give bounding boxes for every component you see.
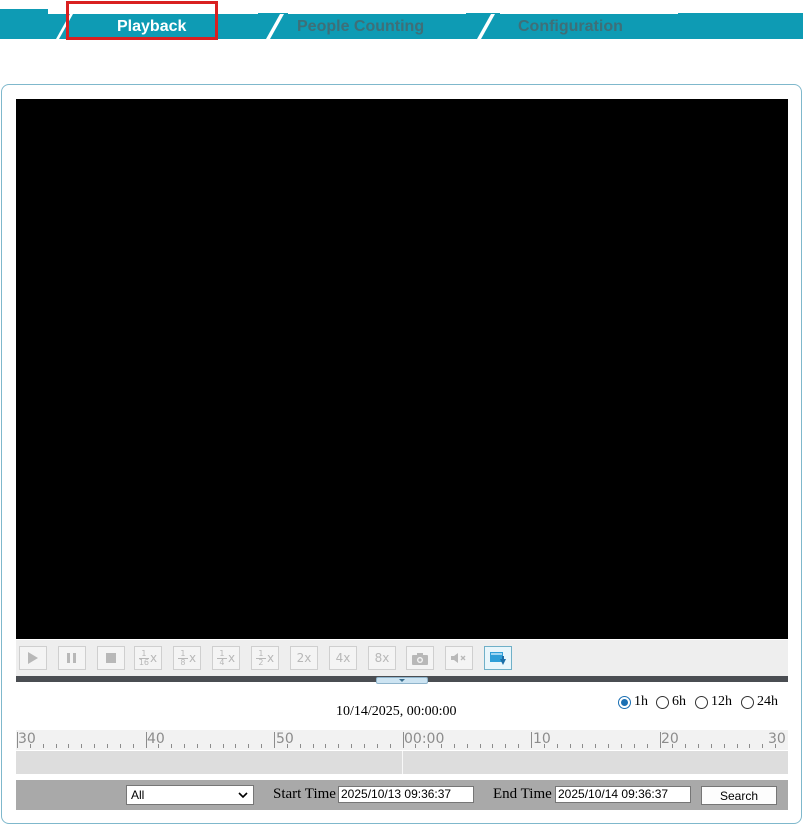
speed-4x-button[interactable]: 4x — [329, 646, 357, 670]
speed-1-8-button[interactable]: 18 x — [173, 646, 201, 670]
search-button[interactable]: Search — [701, 786, 777, 805]
start-time-label: Start Time — [273, 786, 336, 802]
record-download-icon — [490, 651, 506, 665]
timeline-cursor — [402, 751, 403, 774]
mute-button[interactable] — [445, 646, 473, 670]
pause-icon — [67, 653, 76, 663]
scale-option-6h[interactable]: 6h — [656, 694, 686, 710]
speed-1-2-icon: 12 — [255, 649, 266, 667]
timeline-label: 30 — [18, 731, 36, 747]
end-time-input[interactable]: 2025/10/14 09:36:37 — [555, 786, 691, 803]
speed-1-16-icon: 1 16 — [138, 648, 150, 667]
tab-configuration[interactable]: Configuration — [518, 17, 623, 37]
radio-unchecked-icon — [695, 695, 708, 709]
timeline-label: 50 — [276, 731, 294, 747]
speed-8x-button[interactable]: 8x — [368, 646, 396, 670]
current-playback-time: 10/14/2025, 00:00:00 — [336, 704, 457, 719]
pause-button[interactable] — [58, 646, 86, 670]
chevron-down-icon — [238, 792, 248, 799]
video-viewport[interactable] — [16, 99, 788, 639]
radio-unchecked-icon — [656, 695, 669, 709]
speed-1-4-icon: 14 — [216, 649, 227, 667]
timeline-label: 40 — [147, 731, 165, 747]
tab-bar: Playback People Counting Configuration — [0, 0, 803, 44]
scale-option-12h[interactable]: 12h — [695, 694, 732, 710]
timeline-label: 30 — [768, 731, 786, 747]
speed-2x-button[interactable]: 2x — [290, 646, 318, 670]
scale-option-24h[interactable]: 24h — [741, 694, 778, 710]
collapse-handle[interactable] — [376, 677, 428, 684]
speed-1-2-button[interactable]: 12 x — [251, 646, 279, 670]
playback-toolbar: 1 16 x 18 x 14 x 12 x 2x 4x 8x — [16, 640, 788, 676]
speed-4x-icon: 4x — [335, 651, 351, 665]
speed-1-16-button[interactable]: 1 16 x — [134, 646, 162, 670]
play-icon — [28, 652, 38, 664]
end-time-label: End Time — [493, 786, 552, 802]
play-button[interactable] — [19, 646, 47, 670]
start-time-input[interactable]: 2025/10/13 09:36:37 — [338, 786, 474, 803]
snapshot-button[interactable] — [406, 646, 434, 670]
radio-unchecked-icon — [741, 695, 754, 709]
camera-icon — [412, 652, 428, 665]
speed-1-4-button[interactable]: 14 x — [212, 646, 240, 670]
speed-8x-icon: 8x — [374, 651, 390, 665]
record-type-select[interactable]: All — [126, 785, 254, 805]
mute-icon — [451, 653, 466, 663]
timeline-label: 00:00 — [404, 731, 445, 747]
speed-1-8-icon: 18 — [177, 649, 188, 667]
stop-icon — [106, 653, 116, 663]
tab-people-counting[interactable]: People Counting — [297, 17, 424, 37]
speed-2x-icon: 2x — [296, 651, 312, 665]
timeline-label: 10 — [533, 731, 551, 747]
stop-button[interactable] — [97, 646, 125, 670]
scale-option-1h[interactable]: 1h — [618, 694, 648, 710]
timeline-label: 20 — [661, 731, 679, 747]
record-download-button[interactable] — [484, 646, 512, 670]
search-bar: All Start Time 2025/10/13 09:36:37 End T… — [16, 780, 788, 810]
active-tab-highlight — [66, 1, 218, 40]
radio-checked-icon — [618, 695, 631, 709]
timeline-ruler: 30 40 50 00:00 10 20 30 — [16, 730, 788, 750]
timeline[interactable]: 30 40 50 00:00 10 20 30 — [16, 730, 788, 774]
